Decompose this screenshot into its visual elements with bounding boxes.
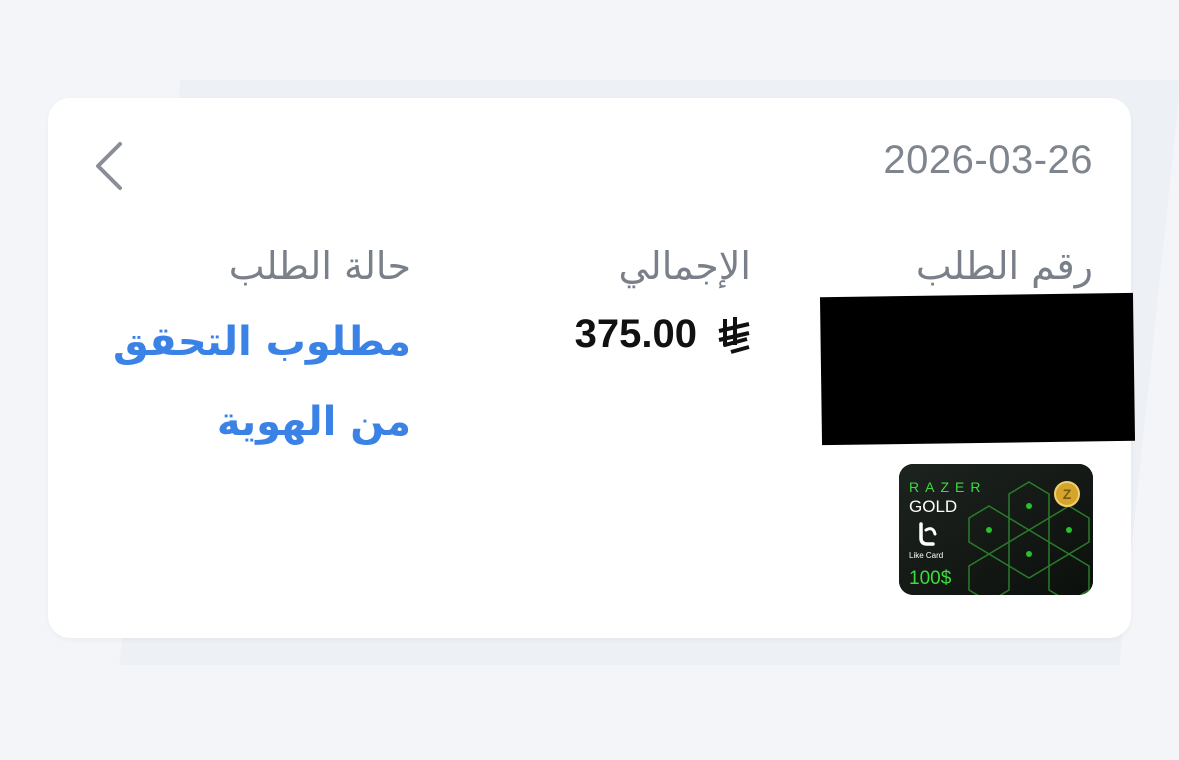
total-label: الإجمالي: [618, 244, 751, 288]
order-date: 2026-03-26: [883, 138, 1093, 182]
product-seller: Like Card: [909, 551, 943, 560]
order-number-redacted: [819, 292, 1136, 446]
status-label: حالة الطلب: [228, 244, 411, 288]
saudi-riyal-icon: [717, 315, 753, 355]
product-value: 100$: [909, 568, 952, 589]
order-status: مطلوب التحقق من الهوية: [81, 302, 411, 462]
status-line-2: من الهوية: [216, 399, 411, 445]
order-number-label: رقم الطلب: [915, 244, 1093, 288]
status-line-1: مطلوب التحقق: [113, 319, 411, 365]
total-value: 375.00: [575, 312, 753, 357]
product-brand-line2: GOLD: [909, 497, 957, 516]
total-amount: 375.00: [574, 312, 697, 356]
svg-text:Z: Z: [1063, 486, 1072, 502]
order-page: 2026-03-26 رقم الطلب الإجمالي حالة الطلب…: [0, 0, 1179, 760]
order-card[interactable]: 2026-03-26 رقم الطلب الإجمالي حالة الطلب…: [48, 98, 1136, 638]
product-thumbnail[interactable]: Z RAZER GOLD Like Card 100$: [899, 464, 1093, 595]
chevron-left-icon[interactable]: [92, 138, 132, 194]
product-brand: RAZER: [909, 479, 986, 495]
